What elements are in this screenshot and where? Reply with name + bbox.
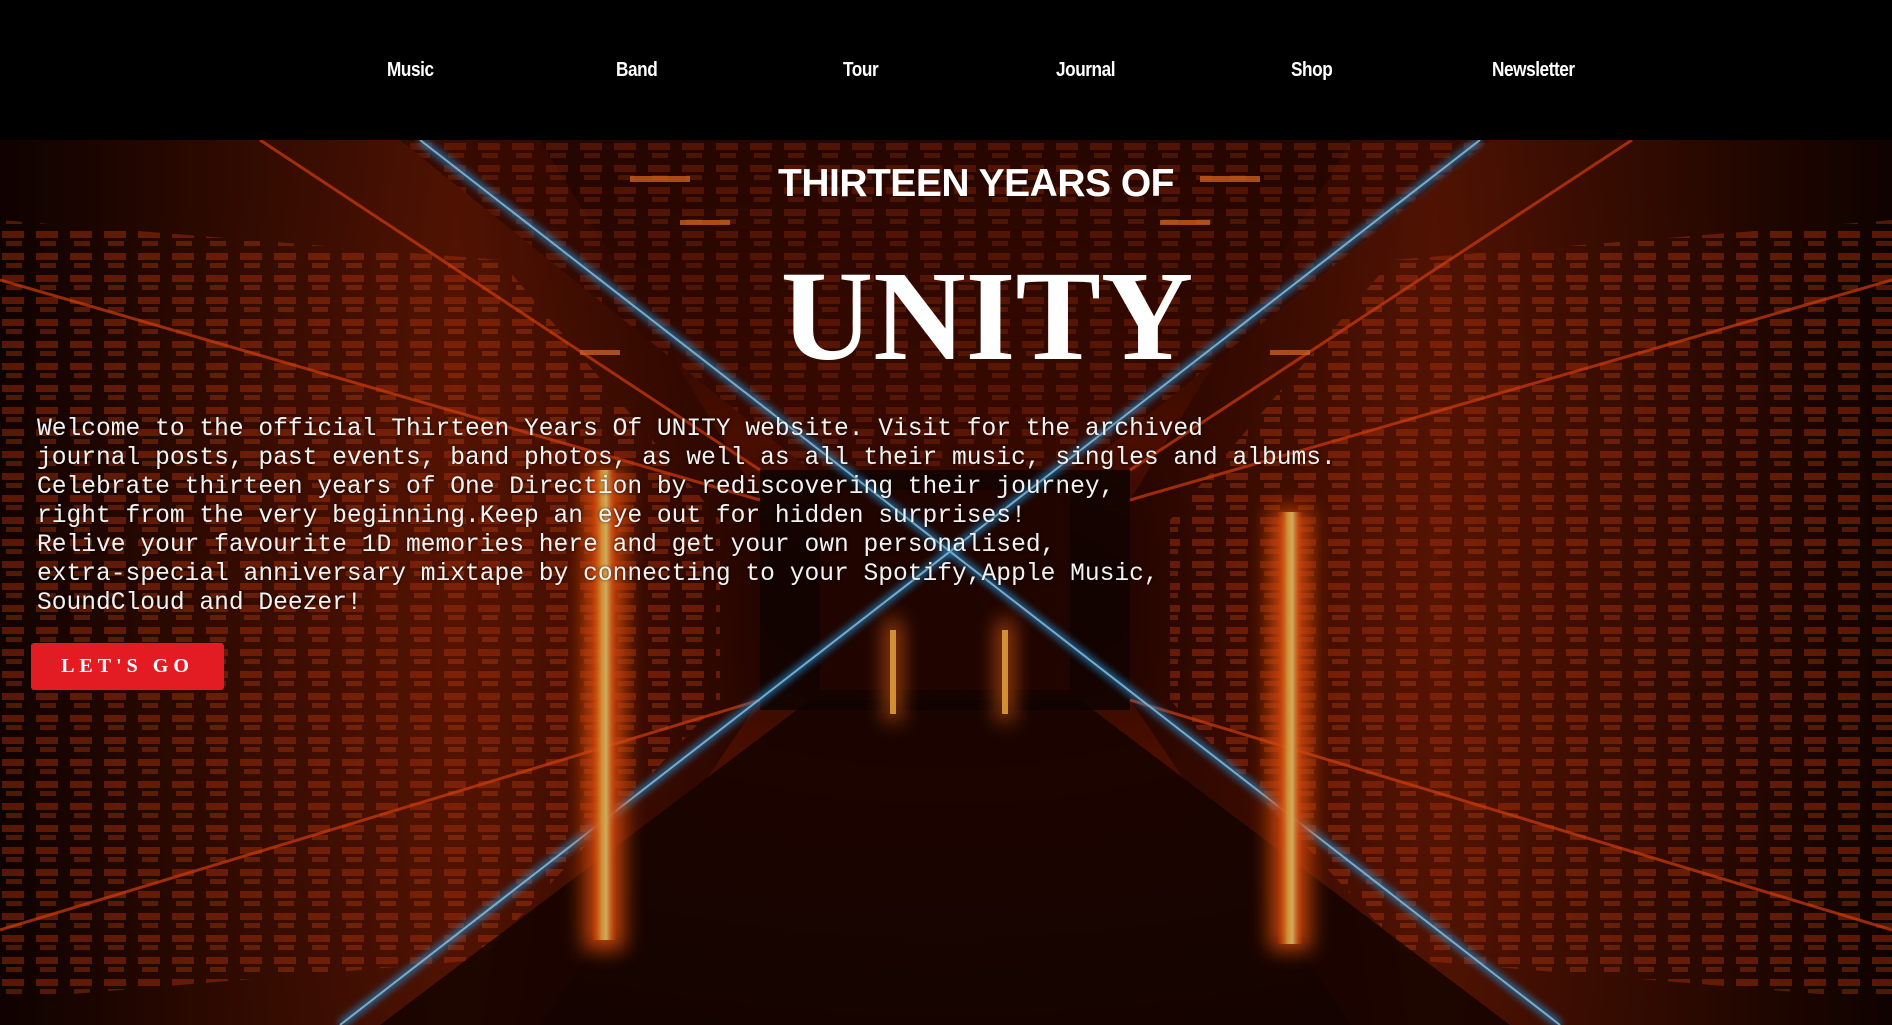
intro-line: Celebrate thirteen years of One Directio…	[37, 474, 1115, 501]
intro-line: SoundCloud and Deezer!	[37, 590, 362, 617]
main-nav: Music Band Tour Journal Shop Newsletter	[0, 0, 1892, 140]
nav-item-newsletter[interactable]: Newsletter	[1492, 59, 1575, 82]
lets-go-button[interactable]: LET'S GO	[31, 643, 224, 690]
nav-item-shop[interactable]: Shop	[1291, 59, 1333, 82]
intro-line: right from the very beginning.Keep an ey…	[37, 503, 1026, 530]
nav-item-tour[interactable]: Tour	[843, 59, 879, 82]
hero-subtitle: THIRTEEN YEARS OF	[778, 162, 1175, 205]
hero-title: UNITY	[780, 245, 1194, 387]
intro-line: Welcome to the official Thirteen Years O…	[37, 416, 1203, 443]
intro-line: journal posts, past events, band photos,…	[37, 445, 1336, 472]
intro-line: extra-special anniversary mixtape by con…	[37, 561, 1159, 588]
nav-item-music[interactable]: Music	[387, 59, 434, 82]
intro-line: Relive your favourite 1D memories here a…	[37, 532, 1056, 559]
nav-item-band[interactable]: Band	[616, 59, 658, 82]
intro-text: Welcome to the official Thirteen Years O…	[37, 415, 1336, 618]
nav-item-journal[interactable]: Journal	[1056, 59, 1116, 82]
